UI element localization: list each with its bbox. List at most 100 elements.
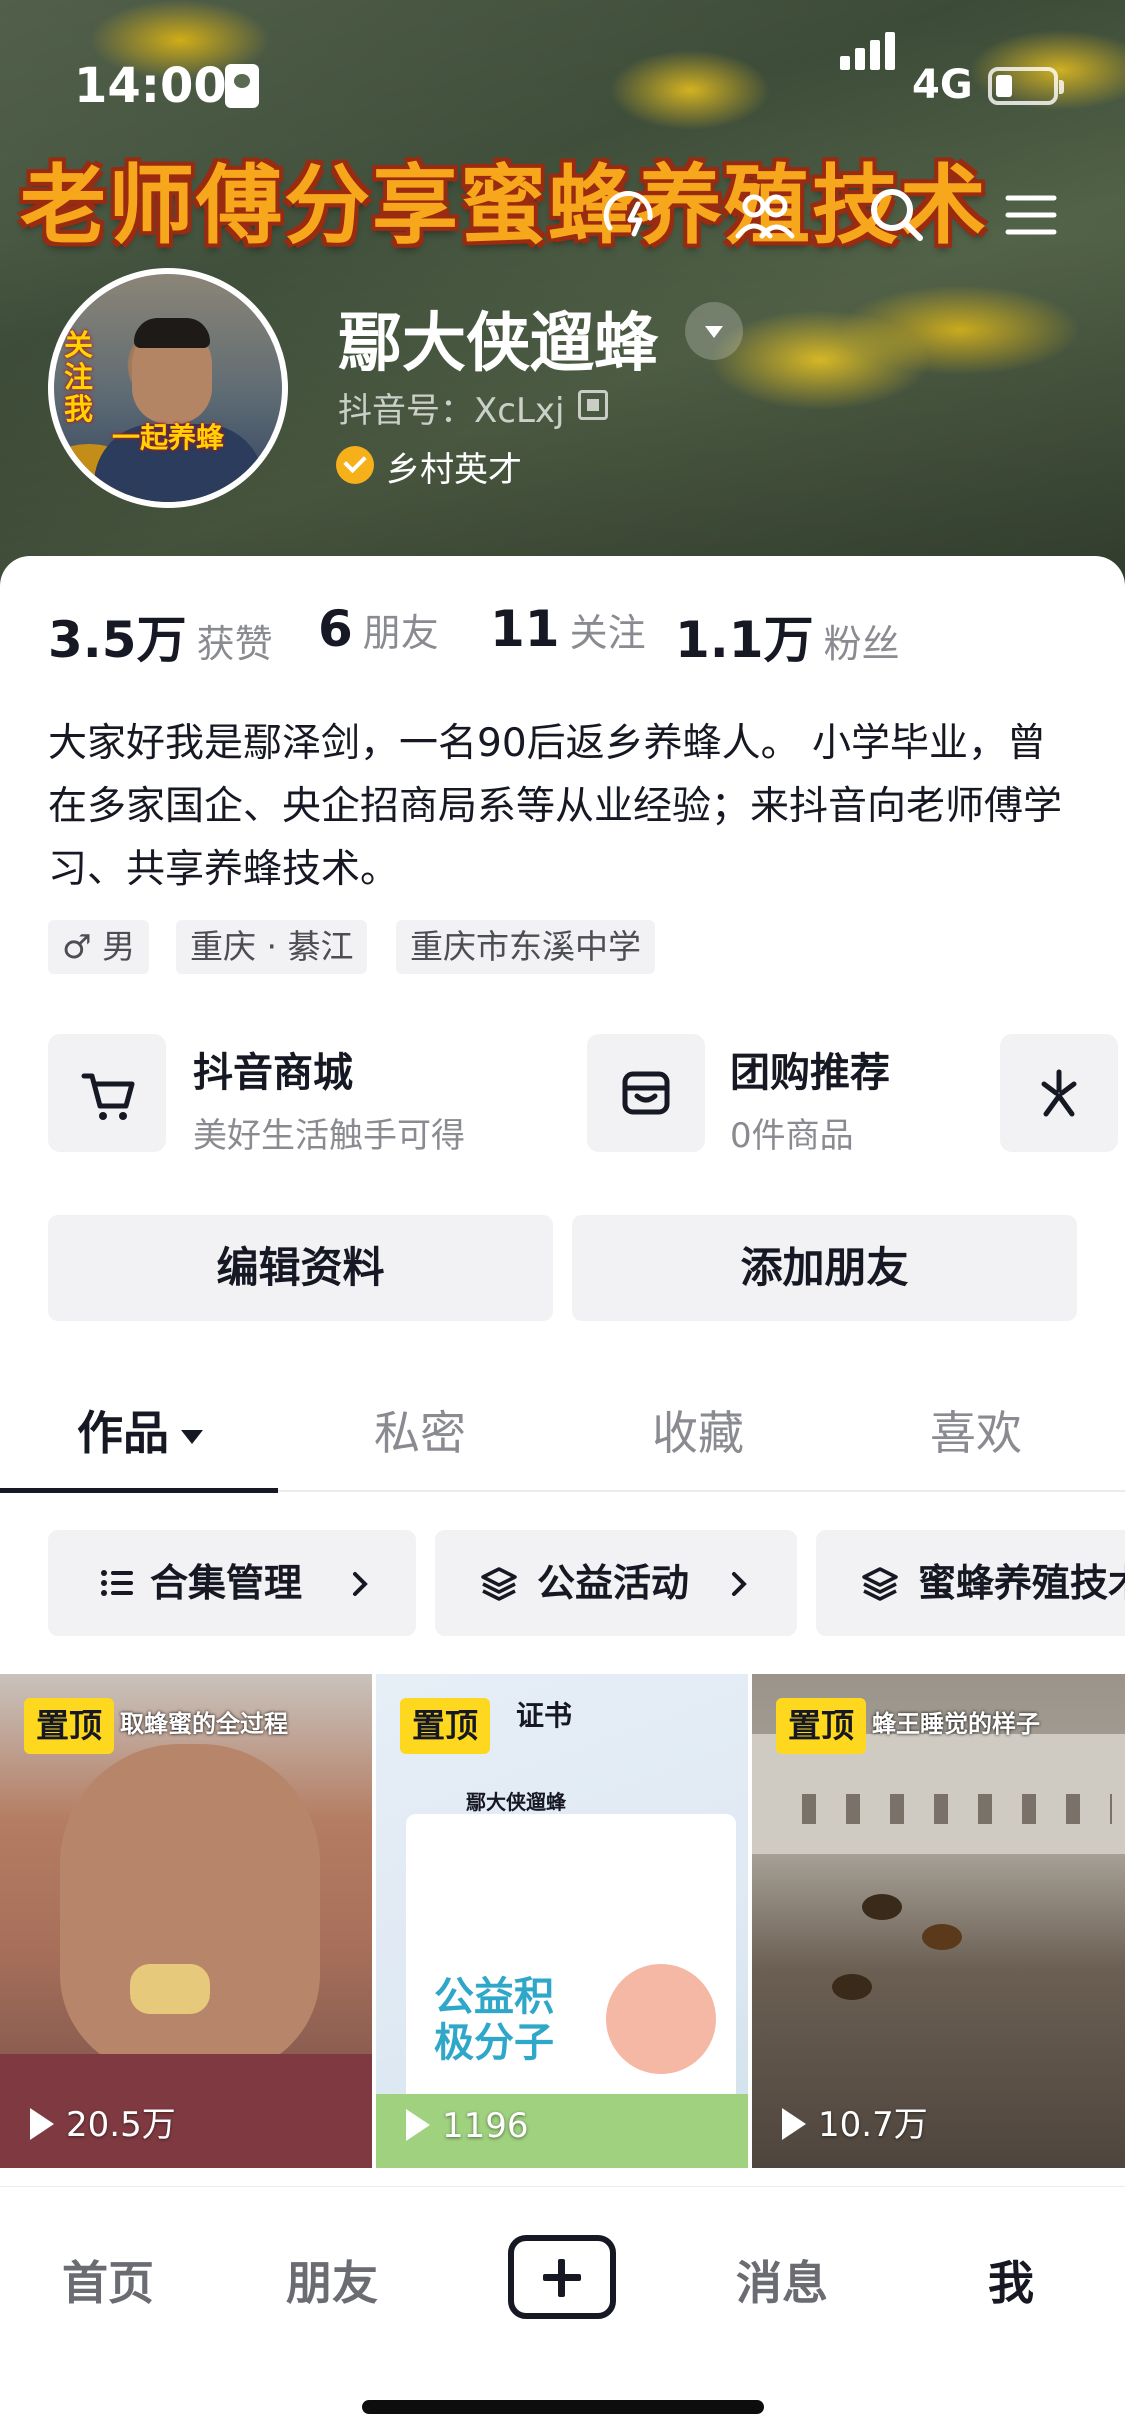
search-icon[interactable] — [862, 180, 932, 250]
tab-favorites[interactable]: 收藏 — [558, 1380, 838, 1492]
collection-manage-label: 合集管理 — [150, 1561, 303, 1605]
chevron-right-icon — [353, 1572, 368, 1596]
stat-friends[interactable]: 6 朋友 — [318, 600, 439, 658]
status-time: 14:00 — [74, 58, 227, 114]
friends-icon[interactable] — [730, 180, 800, 250]
create-plus-button[interactable] — [508, 2235, 616, 2319]
visitor-icon[interactable] — [596, 180, 666, 250]
group-buy-title[interactable]: 团购推荐 — [730, 1040, 890, 1098]
content-tabs: 作品 私密 收藏 喜欢 — [0, 1380, 1125, 1492]
tag-location: 重庆 · 綦江 — [176, 920, 368, 974]
certificate-heading: 证书 — [516, 1699, 573, 1732]
status-bar: 14:00 4G — [0, 0, 1125, 150]
stats-row: 3.5万 获赞 6 朋友 11 关注 1.1万 粉丝 — [48, 600, 1108, 670]
verified-check-icon — [336, 446, 374, 484]
pinned-badge: 置顶 — [24, 1698, 114, 1754]
tag-gender: ♂ 男 — [48, 920, 150, 974]
network-label: 4G — [912, 62, 973, 108]
certificate-name: 鄢大侠遛蜂 — [466, 1790, 566, 1814]
account-switch-chevron-icon[interactable] — [685, 302, 743, 360]
edit-profile-button[interactable]: 编辑资料 — [48, 1215, 553, 1321]
add-friend-button[interactable]: 添加朋友 — [572, 1215, 1077, 1321]
list-icon — [101, 1570, 133, 1596]
douyin-id[interactable]: 抖音号：XcLxj — [338, 383, 565, 432]
tabbar-home[interactable]: 首页 — [62, 2247, 154, 2313]
shop-title[interactable]: 抖音商城 — [193, 1040, 353, 1098]
tab-private[interactable]: 私密 — [280, 1380, 560, 1492]
tab-works[interactable]: 作品 — [0, 1380, 280, 1492]
video-thumbnail[interactable]: 蜂王睡觉的样子 置顶 10.7万 — [752, 1674, 1125, 2168]
mascot-illustration — [606, 1964, 716, 2074]
tab-active-indicator — [0, 1488, 278, 1493]
verified-label[interactable]: 乡村英才 — [386, 442, 522, 491]
stat-following-value: 11 — [490, 600, 560, 658]
video-views-value: 1196 — [442, 2106, 529, 2146]
battery-icon — [988, 67, 1064, 105]
layers-icon — [481, 1567, 517, 1601]
caret-down-icon — [181, 1429, 203, 1444]
pinned-badge: 置顶 — [400, 1698, 490, 1754]
play-icon — [782, 2107, 806, 2140]
video-grid: 取蜂蜜的全过程 置顶 20.5万 证书 鄢大侠遛蜂 公益积极分子 置顶 1196… — [0, 1674, 1125, 2174]
qr-code-icon[interactable] — [578, 390, 608, 420]
bee-tech-label: 蜜蜂养殖技术 — [918, 1561, 1125, 1605]
video-views-value: 10.7万 — [818, 2105, 928, 2145]
play-icon — [30, 2107, 54, 2140]
home-indicator — [362, 2400, 764, 2414]
stat-followers-label: 粉丝 — [823, 622, 900, 666]
tag-school: 重庆市东溪中学 — [396, 920, 655, 974]
video-views: 20.5万 — [30, 2097, 176, 2146]
thumbnail-face — [60, 1744, 320, 2074]
video-caption: 取蜂蜜的全过程 — [120, 1710, 288, 1738]
more-services-icon[interactable] — [1000, 1034, 1118, 1152]
hive-slots — [772, 1794, 1112, 1824]
video-caption: 蜂王睡觉的样子 — [872, 1710, 1040, 1738]
stat-likes-value: 3.5万 — [48, 611, 187, 669]
shop-subtitle: 美好生活触手可得 — [193, 1116, 465, 1156]
certificate-title: 公益积极分子 — [434, 1974, 554, 2066]
video-views: 10.7万 — [782, 2097, 928, 2146]
tabbar-friends[interactable]: 朋友 — [286, 2247, 378, 2313]
tabbar-me[interactable]: 我 — [988, 2247, 1034, 2313]
store-icon[interactable] — [587, 1034, 705, 1152]
stat-following[interactable]: 11 关注 — [490, 600, 646, 658]
cart-icon[interactable] — [48, 1034, 166, 1152]
header-banner-text: 老师傅分享蜜蜂养殖技术 — [20, 156, 988, 256]
group-buy-subtitle: 0件商品 — [730, 1116, 854, 1156]
menu-icon[interactable] — [996, 180, 1066, 250]
bee-shape — [832, 1974, 872, 2000]
stat-followers[interactable]: 1.1万 粉丝 — [675, 600, 900, 672]
bee-shape — [922, 1924, 962, 1950]
chevron-right-icon — [732, 1572, 747, 1596]
play-icon — [406, 2108, 430, 2141]
stat-followers-value: 1.1万 — [675, 611, 814, 669]
stat-following-label: 关注 — [569, 611, 646, 655]
bio-text[interactable]: 大家好我是鄢泽剑，一名90后返乡养蜂人。 小学毕业，曾在多家国企、央企招商局系等… — [48, 712, 1078, 901]
charity-label: 公益活动 — [537, 1561, 690, 1605]
sim-icon — [225, 64, 259, 108]
video-thumbnail[interactable]: 证书 鄢大侠遛蜂 公益积极分子 置顶 1196 — [376, 1674, 748, 2168]
tab-likes[interactable]: 喜欢 — [836, 1380, 1116, 1492]
nickname: 鄢大侠遛蜂 — [338, 307, 658, 381]
avatar-hair — [134, 318, 210, 348]
tabbar-messages[interactable]: 消息 — [736, 2247, 828, 2313]
tab-works-label: 作品 — [77, 1406, 169, 1460]
collection-manage-chip[interactable]: 合集管理 — [48, 1530, 416, 1636]
stat-friends-value: 6 — [318, 600, 353, 658]
video-views-value: 20.5万 — [66, 2105, 176, 2145]
video-thumbnail[interactable]: 取蜂蜜的全过程 置顶 20.5万 — [0, 1674, 372, 2168]
bee-shape — [862, 1894, 902, 1920]
bottom-tab-bar: 首页 朋友 消息 我 — [0, 2186, 1125, 2436]
thumbnail-honeycomb — [130, 1964, 210, 2014]
avatar-caption-follow: 关注我 — [64, 328, 94, 426]
video-views: 1196 — [406, 2106, 529, 2146]
pinned-badge: 置顶 — [776, 1698, 866, 1754]
stat-likes-label: 获赞 — [196, 622, 273, 666]
certificate-card — [406, 1814, 736, 2114]
charity-chip[interactable]: 公益活动 — [435, 1530, 797, 1636]
stat-likes[interactable]: 3.5万 获赞 — [48, 600, 273, 672]
avatar-caption-beekeeping: 一起养蜂 — [112, 421, 225, 454]
layers-icon — [862, 1567, 898, 1601]
bee-tech-chip[interactable]: 蜜蜂养殖技术 — [816, 1530, 1125, 1636]
avatar[interactable]: 关注我 一起养蜂 — [48, 268, 288, 508]
